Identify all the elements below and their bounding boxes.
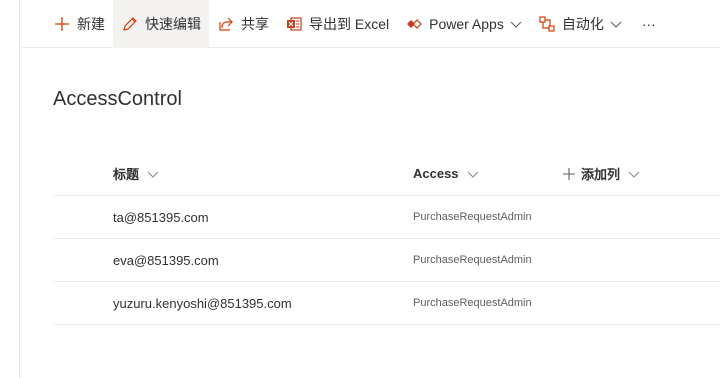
table-row[interactable]: eva@851395.com PurchaseRequestAdmin — [53, 239, 720, 282]
header-row: 标题 Access 添加列 — [53, 152, 720, 196]
add-column-button[interactable]: 添加列 — [563, 152, 640, 195]
excel-icon — [285, 15, 303, 33]
row-access: PurchaseRequestAdmin — [413, 254, 532, 266]
export-excel-button[interactable]: 导出到 Excel — [277, 0, 397, 48]
quick-edit-label: 快速编辑 — [145, 15, 201, 32]
automate-label: 自动化 — [561, 15, 604, 32]
row-access: PurchaseRequestAdmin — [413, 211, 532, 223]
list-grid: 标题 Access 添加列 ta@851395.com PurchaseRequ… — [53, 152, 720, 325]
chevron-down-icon — [147, 168, 159, 180]
page-title: AccessControl — [53, 88, 182, 110]
share-button[interactable]: 共享 — [209, 0, 277, 48]
powerapps-button[interactable]: Power Apps — [397, 0, 530, 48]
column-header-access[interactable]: Access — [413, 152, 479, 195]
chevron-down-icon — [610, 18, 622, 30]
row-access: PurchaseRequestAdmin — [413, 297, 532, 309]
row-title[interactable]: ta@851395.com — [113, 196, 209, 238]
new-button[interactable]: 新建 — [45, 0, 113, 48]
share-label: 共享 — [241, 15, 269, 32]
row-title[interactable]: eva@851395.com — [113, 239, 219, 281]
command-bar: 新建 快速编辑 共享 导出到 Excel Power Apps 自动化 ··· — [21, 0, 720, 48]
export-excel-label: 导出到 Excel — [309, 15, 390, 32]
column-header-title[interactable]: 标题 — [113, 152, 159, 195]
flow-icon — [538, 15, 556, 33]
share-icon — [217, 15, 235, 33]
chevron-down-icon — [510, 18, 522, 30]
table-row[interactable]: yuzuru.kenyoshi@851395.com PurchaseReque… — [53, 282, 720, 325]
pencil-icon — [121, 15, 139, 33]
left-rail — [0, 0, 20, 378]
plus-icon — [563, 167, 575, 180]
more-icon: ··· — [641, 15, 656, 32]
plus-icon — [53, 15, 71, 33]
automate-button[interactable]: 自动化 — [530, 0, 630, 48]
chevron-down-icon — [467, 168, 479, 180]
powerapps-label: Power Apps — [429, 15, 504, 32]
chevron-down-icon — [628, 168, 640, 180]
powerapps-icon — [405, 15, 423, 33]
new-label: 新建 — [77, 15, 105, 32]
table-row[interactable]: ta@851395.com PurchaseRequestAdmin — [53, 196, 720, 239]
quick-edit-button[interactable]: 快速编辑 — [113, 0, 209, 48]
row-title[interactable]: yuzuru.kenyoshi@851395.com — [113, 282, 292, 324]
more-options-button[interactable]: ··· — [630, 0, 668, 48]
